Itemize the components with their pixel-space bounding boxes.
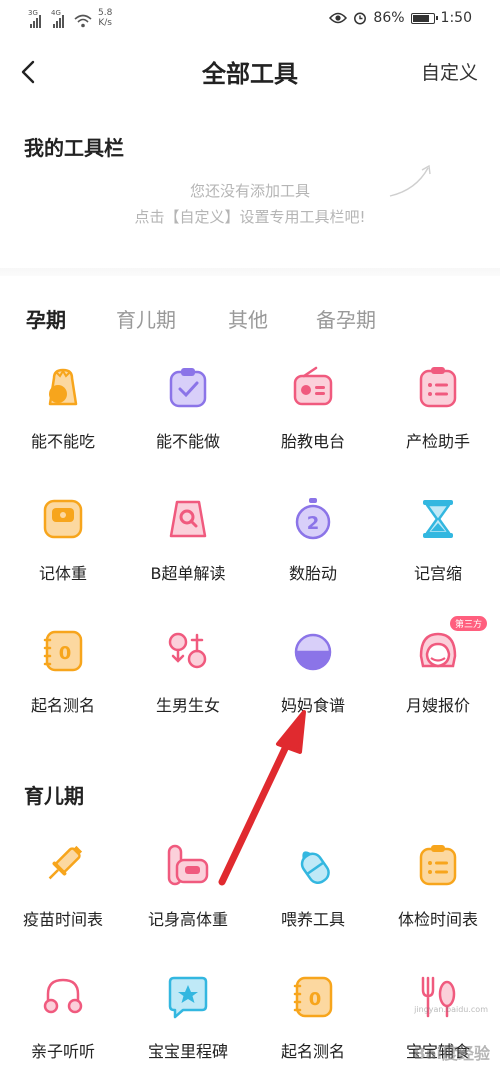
speed-unit: K/s (98, 18, 112, 28)
signal-icon: 4G (51, 9, 64, 28)
svg-text:2: 2 (307, 513, 320, 534)
tool-tile[interactable]: 0 起名测名 (258, 974, 368, 1084)
tool-label: 喂养工具 (280, 910, 345, 929)
tool-label: 数胎动 (288, 564, 337, 583)
my-toolbar-section: 我的工具栏 您还没有添加工具 点击【自定义】设置专用工具栏吧! (0, 112, 500, 270)
tab-childcare[interactable]: 育儿期 (116, 304, 176, 333)
tool-tile[interactable]: 宝宝里程碑 (133, 974, 243, 1084)
tool-tile[interactable]: B超单解读 (133, 496, 243, 606)
battery-icon (410, 12, 438, 24)
tool-label: 亲子听听 (30, 1042, 95, 1061)
tool-tile[interactable]: 第三方 月嫂报价 (383, 616, 493, 738)
section-divider (0, 268, 500, 276)
hourglass-icon (423, 500, 453, 538)
tab-preconception[interactable]: 备孕期 (316, 304, 376, 333)
music-note-icon (43, 978, 83, 1014)
wifi-icon (74, 14, 92, 28)
my-toolbar-title: 我的工具栏 (24, 136, 124, 160)
tool-label: 记身高体重 (147, 910, 228, 929)
bowl-icon (294, 633, 332, 671)
watermark: Bai度经验 (413, 1044, 490, 1063)
tool-label: 体检时间表 (397, 910, 478, 929)
svg-text:0: 0 (309, 989, 322, 1010)
tool-tile[interactable]: 宝宝辅食 (383, 974, 493, 1084)
status-left: 3G 4G 5.8 K/s (28, 8, 112, 28)
ultrasound-icon (169, 500, 207, 538)
tool-tile[interactable]: 胎教电台 (258, 364, 368, 474)
watermark-url: jingyan.baidu.com (414, 1005, 488, 1014)
tool-tile[interactable]: 妈妈食谱 (258, 628, 368, 738)
nanny-icon (419, 632, 457, 668)
milestone-icon (168, 976, 208, 1019)
vaccine-icon (48, 845, 83, 880)
tool-tile[interactable]: 2 数胎动 (258, 496, 368, 606)
tool-tile[interactable]: 记身高体重 (133, 842, 243, 952)
tool-label: 宝宝里程碑 (147, 1042, 228, 1061)
height-scale-icon (167, 844, 209, 886)
nav-bar: 全部工具 自定义 (0, 40, 500, 104)
food-bag-icon (48, 368, 78, 406)
checklist-icon (419, 367, 457, 408)
svg-text:0: 0 (59, 643, 72, 664)
tool-tile[interactable]: 亲子听听 (8, 974, 118, 1084)
network-type-label: 4G (51, 9, 61, 17)
tool-label: 妈妈食谱 (280, 696, 345, 715)
signal-icon: 3G (28, 9, 41, 28)
tool-tile[interactable]: 能不能吃 (8, 364, 118, 474)
speed-value: 5.8 (98, 8, 113, 18)
tool-label: 起名测名 (30, 696, 95, 715)
tool-tile[interactable]: 记体重 (8, 496, 118, 606)
childcare-section-title: 育儿期 (24, 784, 84, 808)
category-tabs: 孕期 育儿期 其他 备孕期 (0, 298, 500, 338)
tool-tile[interactable]: 记宫缩 (383, 496, 493, 606)
tool-label: 疫苗时间表 (22, 910, 103, 929)
empty-hint-detail: 点击【自定义】设置专用工具栏吧! (134, 208, 366, 226)
tool-label: 能不能做 (155, 432, 220, 451)
tab-other[interactable]: 其他 (228, 304, 268, 333)
name-book-icon: 0 (43, 630, 83, 672)
checkup-icon (419, 845, 457, 886)
tool-label: 记宫缩 (413, 564, 462, 583)
clipboard-check-icon (169, 368, 207, 408)
tool-label: 记体重 (38, 564, 87, 583)
tab-pregnancy[interactable]: 孕期 (26, 304, 66, 333)
tool-tile[interactable]: 产检助手 (383, 364, 493, 474)
tool-tile[interactable]: 体检时间表 (383, 842, 493, 952)
battery-percent: 86% (373, 10, 405, 26)
scale-icon (43, 499, 83, 539)
customize-button[interactable]: 自定义 (421, 58, 478, 85)
stopwatch-icon: 2 (295, 498, 331, 540)
name-book-icon: 0 (293, 976, 333, 1018)
tool-label: 产检助手 (405, 432, 470, 451)
tool-label: B超单解读 (150, 564, 226, 583)
feeding-bottle-icon (300, 851, 330, 885)
third-party-badge: 第三方 (450, 616, 488, 631)
tool-tile[interactable]: 疫苗时间表 (8, 842, 118, 952)
tool-label: 能不能吃 (30, 432, 95, 451)
empty-hint: 您还没有添加工具 (189, 182, 310, 200)
network-type-label: 3G (28, 9, 38, 17)
tool-label: 月嫂报价 (405, 696, 470, 715)
clock: 1:50 (440, 10, 472, 26)
tool-tile[interactable]: 能不能做 (133, 364, 243, 474)
tool-tile[interactable]: 喂养工具 (258, 842, 368, 952)
tool-label: 起名测名 (280, 1042, 345, 1061)
status-right: 86% 1:50 (329, 10, 472, 26)
tool-label: 胎教电台 (280, 432, 345, 451)
tool-tile[interactable]: 0 起名测名 (8, 628, 118, 738)
alarm-icon (354, 12, 367, 25)
status-bar: 3G 4G 5.8 K/s 86% 1:50 (0, 0, 500, 38)
eye-icon (329, 12, 348, 24)
gender-icon (168, 632, 207, 669)
tool-label: 生男生女 (155, 696, 220, 715)
network-speed: 5.8 K/s (98, 8, 112, 28)
tool-tile[interactable]: 生男生女 (133, 628, 243, 738)
radio-icon (293, 366, 333, 406)
